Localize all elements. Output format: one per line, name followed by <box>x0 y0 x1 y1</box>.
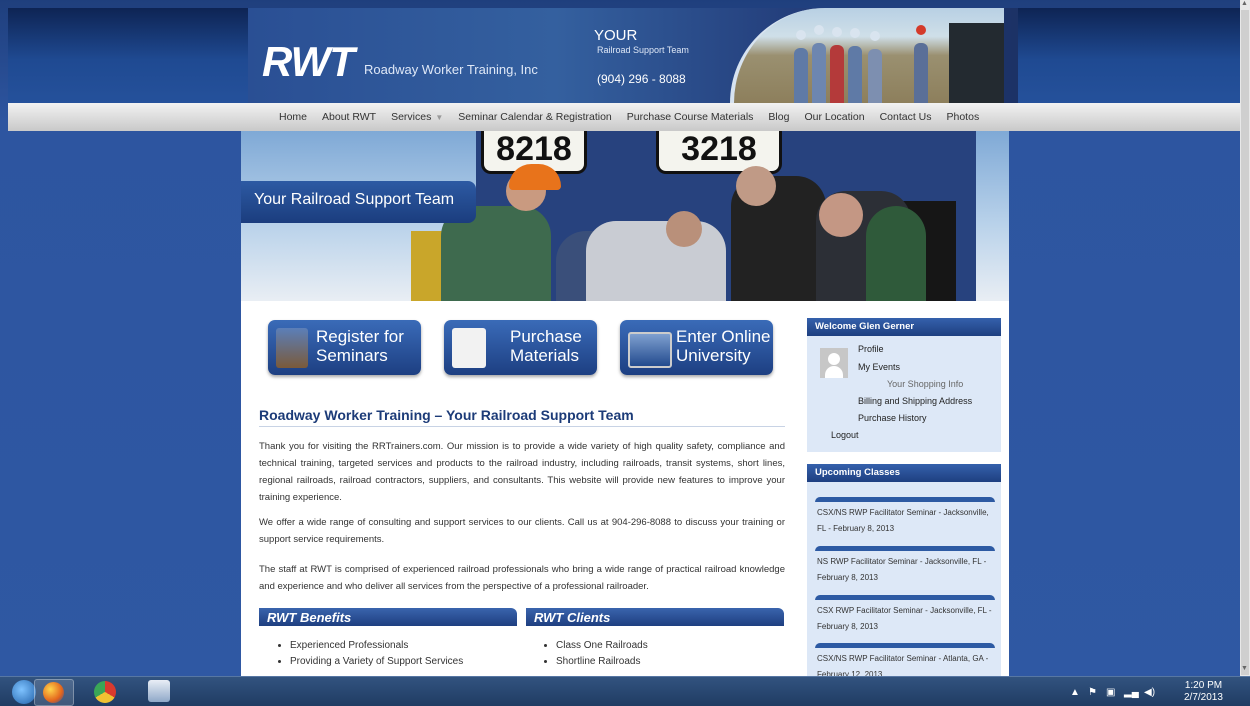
services-paragraph: We offer a wide range of consulting and … <box>259 517 785 545</box>
class-title: CSX RWP Facilitator Seminar - Jacksonvil… <box>817 606 992 631</box>
staff-paragraph: The staff at RWT is comprised of experie… <box>259 564 785 592</box>
intro-paragraph: Thank you for visiting the RRTrainers.co… <box>259 441 785 503</box>
clock-time: 1:20 PM <box>1184 680 1223 691</box>
document-icon <box>452 328 486 368</box>
nav-about[interactable]: About RWT <box>322 111 376 123</box>
classroom-icon <box>276 328 308 368</box>
nav-services-label: Services <box>391 111 432 123</box>
online-university-button[interactable]: Enter Online University <box>620 320 773 375</box>
clients-title: RWT Clients <box>534 610 611 625</box>
avatar <box>820 348 848 378</box>
clock-date: 2/7/2013 <box>1184 692 1223 703</box>
start-button-icon[interactable] <box>12 680 36 704</box>
clients-list: Class One Railroads Shortline Railroads <box>536 638 648 670</box>
tagline-your: YOUR <box>594 27 638 44</box>
register-seminars-button[interactable]: Register for Seminars <box>268 320 421 375</box>
flag-icon[interactable]: ⚑ <box>1088 687 1097 698</box>
header-phone: (904) 296 - 8088 <box>597 72 686 86</box>
page-heading: Roadway Worker Training – Your Railroad … <box>259 407 634 423</box>
volume-icon[interactable]: ◀) <box>1144 687 1155 698</box>
register-seminars-label: Register for Seminars <box>316 327 404 365</box>
main-nav: Home About RWT Services ▼ Seminar Calenda… <box>8 103 1240 131</box>
firefox-icon <box>43 682 64 703</box>
purchase-history-link[interactable]: Purchase History <box>858 413 927 423</box>
nav-contact[interactable]: Contact Us <box>880 111 932 123</box>
benefits-header: RWT Benefits <box>259 608 517 626</box>
windows-taskbar <box>0 676 1250 706</box>
class-title: CSX/NS RWP Facilitator Seminar - Jackson… <box>817 508 989 533</box>
site-logo[interactable]: RWT <box>262 38 355 86</box>
nav-purchase-materials[interactable]: Purchase Course Materials <box>627 111 754 123</box>
list-item: Shortline Railroads <box>556 654 648 670</box>
my-events-link[interactable]: My Events <box>858 362 900 372</box>
taskbar-clock[interactable]: 1:20 PM 2/7/2013 <box>1184 680 1223 704</box>
benefits-list: Experienced Professionals Providing a Va… <box>270 638 463 670</box>
upcoming-classes-header: Upcoming Classes <box>807 464 1001 482</box>
welcome-title: Welcome Glen Gerner <box>815 321 915 332</box>
tagline-team: Railroad Support Team <box>597 45 689 55</box>
welcome-header: Welcome Glen Gerner <box>807 318 1001 336</box>
class-title: CSX/NS RWP Facilitator Seminar - Atlanta… <box>817 654 989 676</box>
billing-address-link[interactable]: Billing and Shipping Address <box>858 396 972 406</box>
chevron-down-icon: ▼ <box>435 113 444 122</box>
nav-blog[interactable]: Blog <box>768 111 789 123</box>
benefits-title: RWT Benefits <box>267 610 352 625</box>
nav-photos[interactable]: Photos <box>947 111 980 123</box>
clients-header: RWT Clients <box>526 608 784 626</box>
device-icon[interactable]: ▣ <box>1106 687 1115 698</box>
shopping-info-label: Your Shopping Info <box>887 379 964 389</box>
scrollbar-thumb[interactable] <box>1241 10 1249 675</box>
nav-location[interactable]: Our Location <box>804 111 864 123</box>
scroll-down-icon[interactable]: ▼ <box>1241 665 1248 672</box>
purchase-materials-button[interactable]: Purchase Materials <box>444 320 597 375</box>
class-item[interactable]: CSX/NS RWP Facilitator Seminar - Atlanta… <box>815 643 995 676</box>
hero-banner: Your Railroad Support Team <box>241 181 476 223</box>
list-item: Class One Railroads <box>556 638 648 654</box>
upcoming-classes-title: Upcoming Classes <box>815 467 900 478</box>
hero-banner-text: Your Railroad Support Team <box>254 191 455 208</box>
purchase-materials-label: Purchase Materials <box>510 327 582 365</box>
profile-link[interactable]: Profile <box>858 344 884 354</box>
network-app-icon[interactable] <box>148 680 170 702</box>
online-university-label: Enter Online University <box>676 327 771 365</box>
list-item: Providing a Variety of Support Services <box>290 654 463 670</box>
nav-home[interactable]: Home <box>279 111 307 123</box>
logout-link[interactable]: Logout <box>831 430 859 440</box>
company-name: Roadway Worker Training, Inc <box>364 62 538 77</box>
heading-divider <box>259 426 785 427</box>
chrome-icon[interactable] <box>94 681 116 703</box>
firefox-taskbar-button[interactable] <box>34 679 74 706</box>
nav-seminar-calendar[interactable]: Seminar Calendar & Registration <box>458 111 612 123</box>
laptop-icon <box>628 332 672 368</box>
list-item: Experienced Professionals <box>290 638 463 654</box>
class-title: NS RWP Facilitator Seminar - Jacksonvill… <box>817 557 987 582</box>
signal-icon[interactable]: ▂▄ <box>1124 687 1139 698</box>
site-header <box>8 8 1240 103</box>
tray-expand-icon[interactable]: ▲ <box>1070 687 1080 698</box>
scroll-up-icon[interactable]: ▲ <box>1241 0 1248 7</box>
nav-services[interactable]: Services ▼ <box>391 111 443 123</box>
